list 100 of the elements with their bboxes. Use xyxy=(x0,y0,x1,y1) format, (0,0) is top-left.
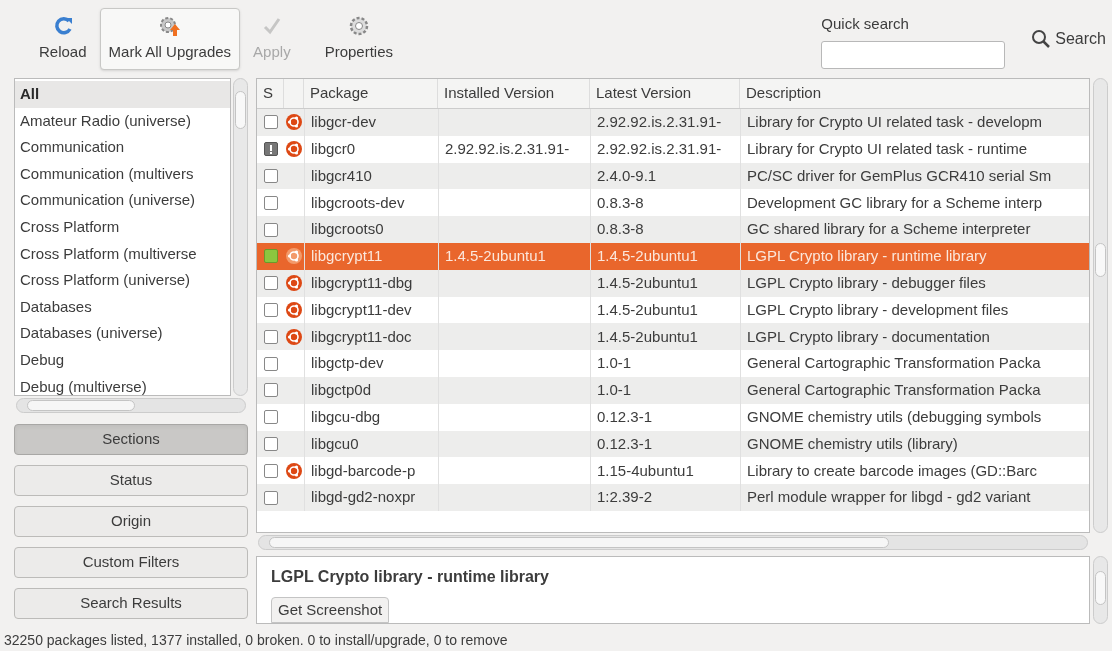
package-row[interactable]: libgcrypt11-dbg 1.4.5-2ubuntu1 LGPL Crypto library - debugger files xyxy=(257,269,1089,297)
table-cell-text: GNOME chemistry utils (library) xyxy=(747,433,958,454)
column-header[interactable]: Latest Version xyxy=(590,79,740,108)
filter-button[interactable]: Search Results xyxy=(14,588,248,619)
package-row[interactable]: libgcr-dev 2.92.92.is.2.31.91- Library for Crypto UI related task - developm xyxy=(257,109,1089,136)
table-cell-text: Library for Crypto UI related task - runtime xyxy=(747,138,1028,159)
checkbox[interactable] xyxy=(263,302,278,317)
search-button[interactable]: Search xyxy=(1029,19,1108,59)
table-cell-text: libgcu0 xyxy=(311,433,359,454)
filter-button[interactable]: Origin xyxy=(14,506,248,537)
horizontal-scrollbar[interactable] xyxy=(16,398,246,413)
section-item[interactable]: Communication (multivers xyxy=(15,160,230,188)
table-cell-text: LGPL Crypto library - debugger files xyxy=(747,272,986,293)
section-item[interactable]: Databases xyxy=(15,293,230,321)
package-row[interactable]: libgctp0d 1.0-1 General Cartographic Transformation Packa xyxy=(257,376,1089,404)
table-cell-text: libgctp0d xyxy=(311,380,372,401)
table-cell-text: LGPL Crypto library - development files xyxy=(747,299,1009,320)
quick-search-field[interactable] xyxy=(821,41,1006,70)
broken-status-icon[interactable] xyxy=(263,142,278,157)
toolbar-button[interactable]: Reload xyxy=(30,8,96,70)
status-bar-text: 32250 packages listed, 1377 installed, 0 broken. 0 to install/upgrade, 0 to remove xyxy=(4,630,508,650)
package-row[interactable]: libgcr410 2.4.0-9.1 PC/SC driver for GemPlus GCR410 serial Sm xyxy=(257,162,1089,190)
package-row[interactable]: libgcu0 0.12.3-1 GNOME chemistry utils (library) xyxy=(257,430,1089,458)
checkbox[interactable] xyxy=(263,169,278,183)
checkbox[interactable] xyxy=(263,276,278,291)
vertical-scrollbar[interactable] xyxy=(233,78,248,396)
section-item[interactable]: Communication (universe) xyxy=(15,187,230,214)
column-header[interactable]: Package xyxy=(304,79,438,108)
table-cell-text: GC shared library for a Scheme interpreter xyxy=(747,219,1031,240)
table-cell-text: libgcrypt11 xyxy=(311,246,383,267)
quick-search-label: Quick search xyxy=(821,13,910,34)
table-cell-text: 2.92.92.is.2.31.91- xyxy=(597,138,722,159)
filter-button[interactable]: Status xyxy=(14,465,248,496)
table-cell-text: 1.4.5-2ubuntu1 xyxy=(597,299,698,320)
section-item[interactable]: Cross Platform (universe) xyxy=(15,267,230,294)
table-cell-text: libgcrypt11-doc xyxy=(311,326,412,347)
checkbox[interactable] xyxy=(263,463,278,478)
table-cell-text: 1.4.5-2ubuntu1 xyxy=(597,246,698,267)
section-item[interactable]: Cross Platform (multiverse xyxy=(15,240,230,268)
table-cell-text: 0.8.3-8 xyxy=(597,219,644,240)
checkbox[interactable] xyxy=(263,356,278,371)
section-item[interactable]: Communication xyxy=(15,134,230,161)
table-cell-text: PC/SC driver for GemPlus GCR410 serial Sm xyxy=(747,165,1052,186)
table-cell-text: 1.0-1 xyxy=(597,353,632,374)
package-row[interactable]: libgcroots0 0.8.3-8 GC shared library for a Scheme interpreter xyxy=(257,216,1089,243)
table-cell-text: 1.0-1 xyxy=(597,380,632,401)
table-cell-text: libgcrypt11-dev xyxy=(311,299,412,320)
section-item[interactable]: Debug xyxy=(15,346,230,374)
section-item[interactable]: Debug (multiverse) xyxy=(15,373,230,395)
table-cell-text: Library to create barcode images (GD::Barc xyxy=(747,460,1038,481)
filter-button[interactable]: Custom Filters xyxy=(14,547,248,578)
section-item[interactable]: All xyxy=(15,81,230,108)
ubuntu-logo-icon xyxy=(286,328,302,345)
checkbox[interactable] xyxy=(263,115,278,130)
table-cell-text: libgd-barcode-p xyxy=(311,460,416,481)
table-cell-text: LGPL Crypto library - documentation xyxy=(747,326,990,347)
toolbar-button[interactable]: Mark All Upgrades xyxy=(99,8,241,70)
table-cell-text: 2.4.0-9.1 xyxy=(597,165,657,186)
section-item[interactable]: Cross Platform xyxy=(15,213,230,241)
table-cell-text: libgcu-dbg xyxy=(311,406,381,427)
column-header[interactable]: Installed Version xyxy=(438,79,590,108)
table-cell-text: libgcroots0 xyxy=(311,219,384,240)
table-cell-text: libgcr410 xyxy=(311,165,372,186)
table-cell-text: Development GC library for a Scheme interp xyxy=(747,192,1043,213)
table-cell-text: libgcr0 xyxy=(311,138,356,159)
checkbox[interactable] xyxy=(263,195,278,210)
table-cell-text: 1.4.5-2ubuntu1 xyxy=(445,246,546,267)
package-row[interactable]: libgd-gd2-noxpr 1:2.39-2 Perl module wrapper for libgd - gd2 variant xyxy=(257,484,1089,511)
checkbox[interactable] xyxy=(263,436,278,451)
section-item[interactable]: Amateur Radio (universe) xyxy=(15,107,230,135)
vertical-scrollbar[interactable] xyxy=(1093,78,1108,533)
table-cell-text: LGPL Crypto library - runtime library xyxy=(747,246,987,267)
gear-icon xyxy=(157,14,182,37)
table-cell-text: 2.92.92.is.2.31.91- xyxy=(445,138,570,159)
checkbox[interactable] xyxy=(263,490,278,505)
checkbox[interactable] xyxy=(263,222,278,237)
table-cell-text: Library for Crypto UI related task - developm xyxy=(747,112,1043,133)
table-cell-text: 0.12.3-1 xyxy=(597,433,653,454)
table-cell-text: libgcroots-dev xyxy=(311,192,405,213)
column-header[interactable]: Description xyxy=(740,79,1089,108)
checkbox[interactable] xyxy=(263,410,278,425)
ubuntu-logo-icon xyxy=(286,301,302,318)
table-cell-text: 1.4.5-2ubuntu1 xyxy=(597,326,698,347)
toolbar-button[interactable]: Properties xyxy=(315,8,402,70)
checkbox[interactable] xyxy=(263,383,278,398)
table-cell-text: General Cartographic Transformation Packa xyxy=(747,380,1041,401)
package-row[interactable]: libgcrypt11-doc 1.4.5-2ubuntu1 LGPL Crypto library - documentation xyxy=(257,323,1089,351)
column-header[interactable]: S xyxy=(257,79,284,108)
ubuntu-logo-icon xyxy=(286,141,302,158)
table-cell-text: libgd-gd2-noxpr xyxy=(311,487,416,508)
horizontal-scrollbar[interactable] xyxy=(258,535,1088,550)
table-cell-text: libgctp-dev xyxy=(311,353,384,374)
filter-button[interactable]: Sections xyxy=(14,424,248,455)
get-screenshot-button[interactable]: Get Screenshot xyxy=(271,597,390,623)
vertical-scrollbar[interactable] xyxy=(1093,556,1108,624)
checkbox[interactable] xyxy=(263,329,278,344)
table-cell-text: GNOME chemistry utils (debugging symbols xyxy=(747,406,1042,427)
details-title: LGPL Crypto library - runtime library xyxy=(271,567,550,587)
section-item[interactable]: Databases (universe) xyxy=(15,320,230,347)
search-icon xyxy=(1031,29,1052,49)
